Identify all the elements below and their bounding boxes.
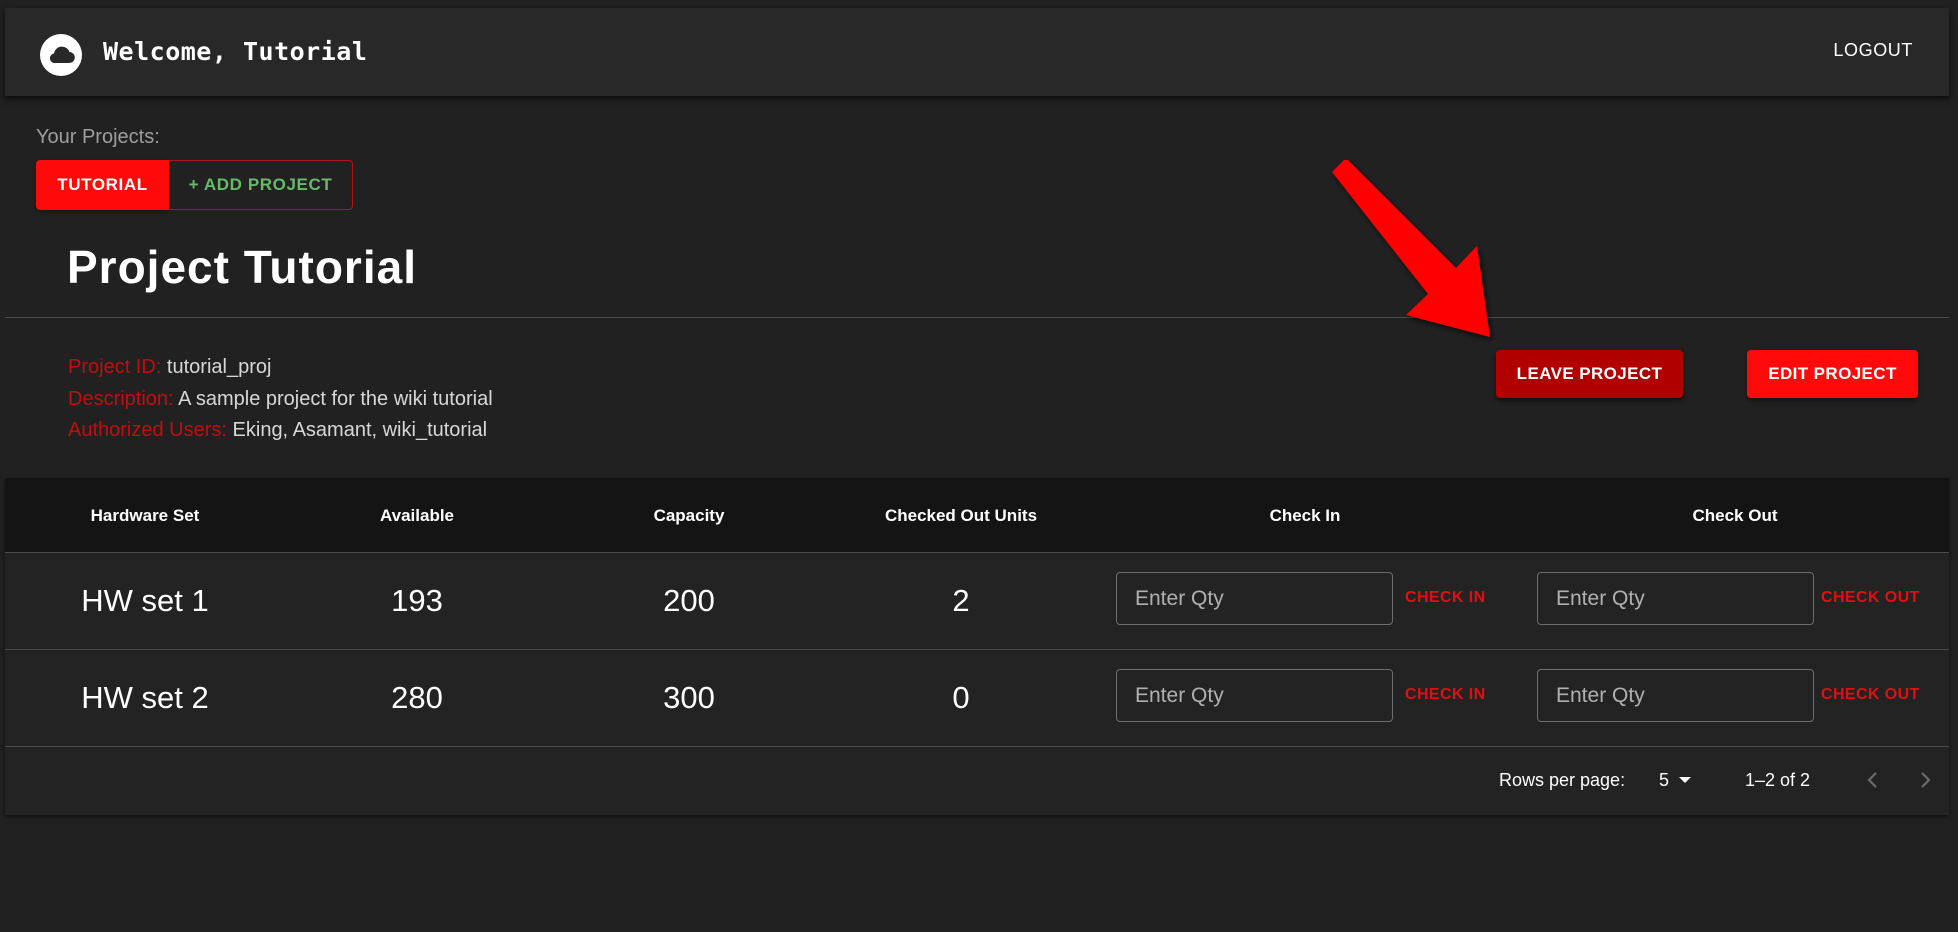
check-in-button[interactable]: CHECK IN (1405, 680, 1486, 710)
hardware-set-name: HW set 2 (81, 680, 209, 715)
column-header-check-out: Check Out (1692, 505, 1778, 525)
check-in-qty-input[interactable] (1116, 572, 1393, 625)
chevron-left-icon (1867, 772, 1877, 788)
rows-per-page-label: Rows per page: (1499, 770, 1626, 790)
check-out-button[interactable]: CHECK OUT (1821, 680, 1920, 710)
check-in-button[interactable]: CHECK IN (1405, 583, 1486, 613)
leave-project-button[interactable]: LEAVE PROJECT (1496, 350, 1683, 398)
app-bar: Welcome, Tutorial LOGOUT (5, 8, 1949, 96)
hardware-set-name: HW set 1 (81, 583, 209, 618)
add-project-button[interactable]: + ADD PROJECT (169, 160, 353, 210)
column-header-hardware-set: Hardware Set (90, 505, 200, 525)
rows-per-page-value: 5 (1659, 769, 1670, 790)
project-tabs: TUTORIAL + ADD PROJECT (36, 160, 353, 210)
description-line: Description: A sample project for the wi… (68, 384, 493, 416)
project-id-value: tutorial_proj (166, 356, 272, 378)
column-header-check-in: Check In (1269, 505, 1341, 525)
column-header-checked-out: Checked Out Units (884, 505, 1038, 525)
check-out-qty-input[interactable] (1537, 669, 1814, 722)
caret-down-icon (1679, 777, 1692, 783)
annotation-arrow-icon (1332, 160, 1490, 337)
check-out-qty-input[interactable] (1537, 572, 1814, 625)
cloud-icon (40, 34, 82, 76)
description-key: Description: (68, 387, 174, 410)
next-page-button[interactable] (1905, 760, 1945, 800)
previous-page-button[interactable] (1853, 760, 1893, 800)
authorized-users-line: Authorized Users: Eking, Asamant, wiki_t… (68, 415, 493, 447)
project-info: Project ID: tutorial_proj Description: A… (68, 352, 493, 447)
authorized-users-value: Eking, Asamant, wiki_tutorial (232, 419, 488, 441)
pagination-range: 1–2 of 2 (1745, 770, 1811, 790)
capacity-value: 300 (663, 680, 715, 715)
description-value: A sample project for the wiki tutorial (178, 387, 493, 410)
column-header-capacity: Capacity (653, 505, 725, 525)
project-tab-tutorial[interactable]: TUTORIAL (36, 160, 169, 210)
page-title: Project Tutorial (67, 241, 417, 293)
welcome-title: Welcome, Tutorial (103, 37, 368, 66)
column-header-available: Available (379, 505, 455, 525)
table-row: HW set 1 193 200 2 CHECK IN CHECK OUT (5, 553, 1949, 650)
checked-out-value: 0 (952, 680, 970, 715)
authorized-users-key: Authorized Users: (68, 419, 227, 441)
table-header: Hardware Set Available Capacity Checked … (5, 478, 1949, 553)
capacity-value: 200 (663, 583, 715, 618)
checked-out-value: 2 (952, 583, 970, 618)
available-value: 193 (391, 583, 443, 618)
table-row: HW set 2 280 300 0 CHECK IN CHECK OUT (5, 650, 1949, 747)
hardware-table: Hardware Set Available Capacity Checked … (5, 478, 1949, 815)
check-out-button[interactable]: CHECK OUT (1821, 583, 1920, 613)
projects-label: Your Projects: (36, 126, 160, 148)
available-value: 280 (391, 680, 443, 715)
project-id-key: Project ID: (68, 356, 162, 378)
chevron-right-icon (1921, 772, 1931, 788)
logout-button[interactable]: LOGOUT (1833, 40, 1913, 61)
project-id-line: Project ID: tutorial_proj (68, 352, 493, 384)
table-pagination: Rows per page: 5 1–2 of 2 (5, 746, 1949, 815)
rows-per-page-select[interactable]: 5 (1659, 766, 1705, 794)
edit-project-button[interactable]: EDIT PROJECT (1747, 350, 1918, 398)
divider (5, 317, 1949, 318)
check-in-qty-input[interactable] (1116, 669, 1393, 722)
